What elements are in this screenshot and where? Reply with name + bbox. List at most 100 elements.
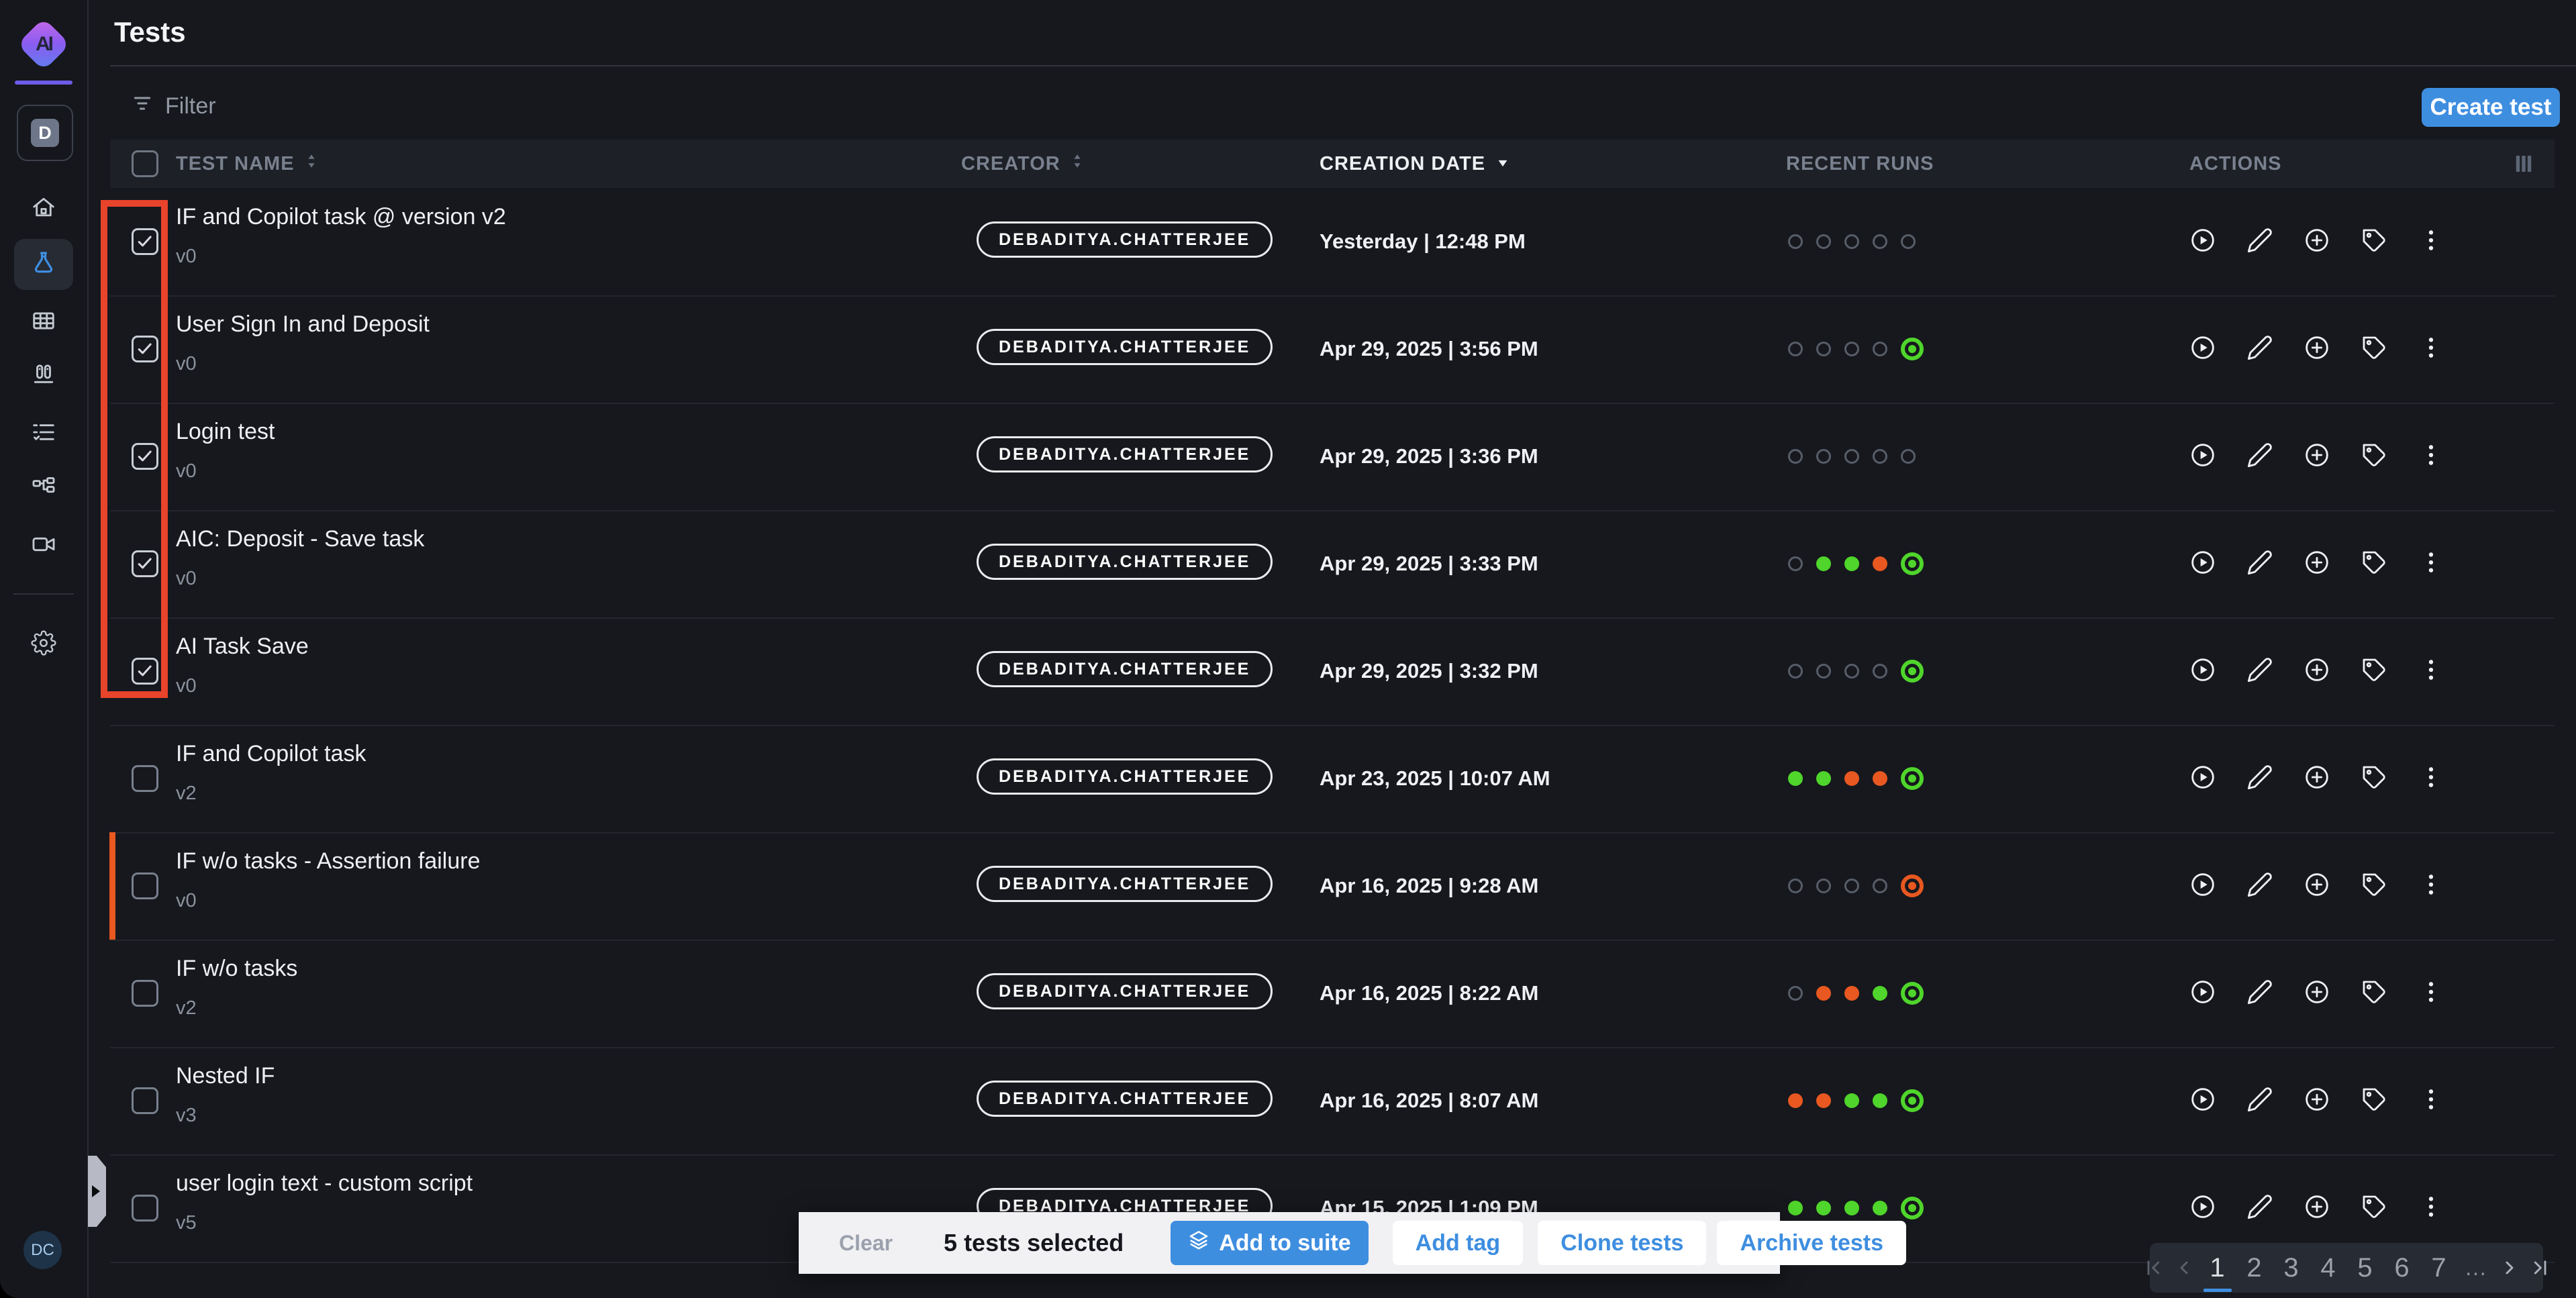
tag-action-button[interactable]: [2361, 442, 2387, 472]
pagination-page-1[interactable]: 1: [2203, 1253, 2232, 1283]
sidebar-expand-handle[interactable]: [88, 1156, 106, 1227]
run-action-button[interactable]: [2189, 334, 2216, 364]
edit-action-button[interactable]: [2246, 764, 2273, 794]
run-action-button[interactable]: [2189, 1086, 2216, 1116]
tag-action-button[interactable]: [2361, 1086, 2387, 1116]
more-action-button[interactable]: [2418, 979, 2444, 1009]
add-to-suite-action-button[interactable]: [2303, 979, 2330, 1009]
test-row[interactable]: AI Task Savev0DEBADITYA.CHATTERJEEApr 29…: [110, 617, 2555, 726]
add-to-suite-action-button[interactable]: [2303, 871, 2330, 901]
edit-action-button[interactable]: [2246, 1086, 2273, 1116]
more-action-button[interactable]: [2418, 764, 2444, 794]
pagination-next-button[interactable]: [2499, 1257, 2520, 1279]
add-to-suite-action-button[interactable]: [2303, 334, 2330, 364]
app-logo-icon[interactable]: AI: [22, 23, 65, 66]
test-row[interactable]: IF and Copilot taskv2DEBADITYA.CHATTERJE…: [110, 725, 2555, 834]
run-action-button[interactable]: [2189, 442, 2216, 472]
row-checkbox[interactable]: [132, 1087, 158, 1114]
pagination-page-5[interactable]: 5: [2351, 1253, 2379, 1283]
row-checkbox[interactable]: [132, 228, 158, 255]
more-action-button[interactable]: [2418, 1193, 2444, 1224]
test-row[interactable]: User Sign In and Depositv0DEBADITYA.CHAT…: [110, 295, 2555, 404]
sidebar-item-checklist[interactable]: [0, 408, 87, 459]
add-tag-button[interactable]: Add tag: [1393, 1221, 1524, 1265]
pagination-first-button[interactable]: [2143, 1257, 2165, 1279]
add-to-suite-action-button[interactable]: [2303, 764, 2330, 794]
column-settings-icon[interactable]: [2512, 152, 2536, 179]
tag-action-button[interactable]: [2361, 979, 2387, 1009]
edit-action-button[interactable]: [2246, 656, 2273, 687]
row-checkbox[interactable]: [132, 1195, 158, 1221]
test-row[interactable]: Login testv0DEBADITYA.CHATTERJEEApr 29, …: [110, 403, 2555, 511]
more-action-button[interactable]: [2418, 227, 2444, 257]
row-checkbox[interactable]: [132, 765, 158, 792]
tag-action-button[interactable]: [2361, 1193, 2387, 1224]
more-action-button[interactable]: [2418, 442, 2444, 472]
run-action-button[interactable]: [2189, 871, 2216, 901]
tag-action-button[interactable]: [2361, 227, 2387, 257]
run-action-button[interactable]: [2189, 979, 2216, 1009]
sidebar-item-settings[interactable]: [0, 619, 87, 670]
edit-action-button[interactable]: [2246, 871, 2273, 901]
pagination-page-7[interactable]: 7: [2425, 1253, 2453, 1283]
sidebar-item-test-tubes[interactable]: [0, 351, 87, 402]
sidebar-item-table[interactable]: [0, 297, 87, 348]
more-action-button[interactable]: [2418, 549, 2444, 579]
edit-action-button[interactable]: [2246, 549, 2273, 579]
row-checkbox[interactable]: [132, 980, 158, 1007]
pagination-page-6[interactable]: 6: [2388, 1253, 2416, 1283]
more-action-button[interactable]: [2418, 656, 2444, 687]
column-header-creator[interactable]: CREATOR: [961, 140, 1086, 188]
clone-tests-button[interactable]: Clone tests: [1538, 1221, 1706, 1265]
add-to-suite-action-button[interactable]: [2303, 1193, 2330, 1224]
edit-action-button[interactable]: [2246, 334, 2273, 364]
run-action-button[interactable]: [2189, 227, 2216, 257]
tag-action-button[interactable]: [2361, 764, 2387, 794]
workspace-avatar[interactable]: D: [17, 105, 73, 161]
tag-action-button[interactable]: [2361, 656, 2387, 687]
pagination-page-3[interactable]: 3: [2277, 1253, 2306, 1283]
sidebar-item-home[interactable]: [0, 183, 87, 234]
test-row[interactable]: IF and Copilot task @ version v2v0DEBADI…: [110, 188, 2555, 297]
user-avatar[interactable]: DC: [23, 1231, 62, 1269]
sidebar-item-recordings[interactable]: [0, 520, 87, 571]
pagination-page-4[interactable]: 4: [2314, 1253, 2342, 1283]
tag-action-button[interactable]: [2361, 549, 2387, 579]
column-header-test_name[interactable]: TEST NAME: [176, 140, 320, 188]
row-checkbox[interactable]: [132, 336, 158, 362]
more-action-button[interactable]: [2418, 334, 2444, 364]
pagination-page-2[interactable]: 2: [2240, 1253, 2269, 1283]
row-checkbox[interactable]: [132, 658, 158, 685]
filter-button[interactable]: Filter: [132, 93, 216, 120]
more-action-button[interactable]: [2418, 1086, 2444, 1116]
edit-action-button[interactable]: [2246, 1193, 2273, 1224]
run-action-button[interactable]: [2189, 764, 2216, 794]
run-action-button[interactable]: [2189, 1193, 2216, 1224]
create-test-button[interactable]: Create test: [2422, 88, 2560, 127]
clear-selection-button[interactable]: Clear: [839, 1231, 893, 1256]
test-row[interactable]: IF w/o tasks - Assertion failurev0DEBADI…: [110, 832, 2555, 941]
test-row[interactable]: AIC: Deposit - Save taskv0DEBADITYA.CHAT…: [110, 510, 2555, 619]
row-checkbox[interactable]: [132, 550, 158, 577]
pagination-last-button[interactable]: [2529, 1257, 2550, 1279]
tag-action-button[interactable]: [2361, 334, 2387, 364]
test-row[interactable]: IF w/o tasksv2DEBADITYA.CHATTERJEEApr 16…: [110, 940, 2555, 1048]
test-row[interactable]: Nested IFv3DEBADITYA.CHATTERJEEApr 16, 2…: [110, 1047, 2555, 1156]
pagination-prev-button[interactable]: [2173, 1257, 2195, 1279]
tag-action-button[interactable]: [2361, 871, 2387, 901]
sidebar-item-tests-flask[interactable]: [0, 239, 87, 290]
add-to-suite-button[interactable]: Add to suite: [1171, 1221, 1368, 1265]
add-to-suite-action-button[interactable]: [2303, 549, 2330, 579]
edit-action-button[interactable]: [2246, 442, 2273, 472]
sidebar-item-workflow[interactable]: [0, 464, 87, 515]
add-to-suite-action-button[interactable]: [2303, 656, 2330, 687]
select-all-checkbox[interactable]: [132, 150, 158, 177]
add-to-suite-action-button[interactable]: [2303, 227, 2330, 257]
edit-action-button[interactable]: [2246, 979, 2273, 1009]
row-checkbox[interactable]: [132, 443, 158, 470]
row-checkbox[interactable]: [132, 872, 158, 899]
add-to-suite-action-button[interactable]: [2303, 442, 2330, 472]
more-action-button[interactable]: [2418, 871, 2444, 901]
add-to-suite-action-button[interactable]: [2303, 1086, 2330, 1116]
run-action-button[interactable]: [2189, 549, 2216, 579]
